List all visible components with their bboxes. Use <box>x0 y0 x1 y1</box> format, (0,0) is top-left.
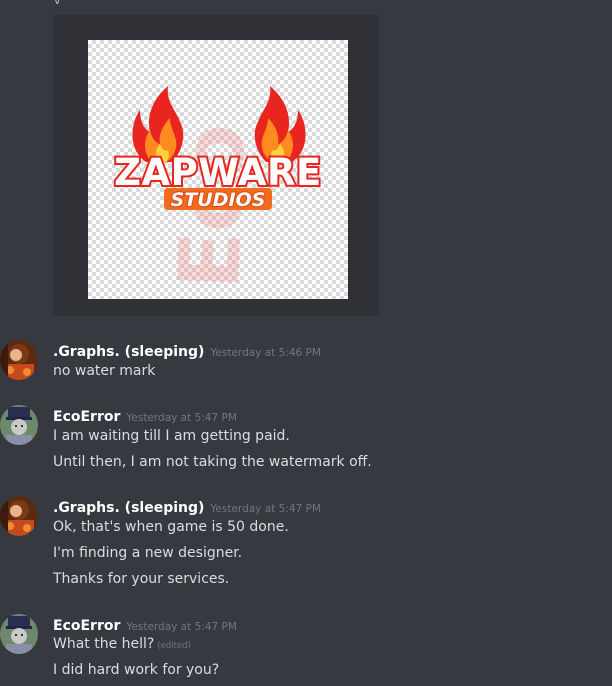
username[interactable]: .Graphs. (sleeping) <box>53 344 204 360</box>
message-text: I did hard work for you? <box>53 662 220 678</box>
message-header: EcoError Yesterday at 5:47 PM <box>53 615 237 634</box>
message-header: .Graphs. (sleeping) Yesterday at 5:47 PM <box>53 497 321 516</box>
message-text: What the hell? (edited) <box>53 636 191 652</box>
username[interactable]: .Graphs. (sleeping) <box>53 500 204 516</box>
timestamp[interactable]: Yesterday at 5:47 PM <box>126 412 237 424</box>
message-text: I am waiting till I am getting paid. <box>53 428 290 444</box>
message-text: no water mark <box>53 363 156 379</box>
message-header: EcoError Yesterday at 5:47 PM <box>53 406 237 425</box>
zapware-logo: Eco ZAPWARE STUDIOS <box>112 86 323 291</box>
message-text: I'm finding a new designer. <box>53 545 243 561</box>
message-header: .Graphs. (sleeping) Yesterday at 5:46 PM <box>53 341 321 360</box>
username[interactable]: EcoError <box>53 618 120 634</box>
logo-subtitle: STUDIOS <box>171 189 266 211</box>
roblox-character-avatar-icon[interactable] <box>0 405 38 445</box>
username[interactable]: EcoError <box>53 409 120 425</box>
image-attachment[interactable]: Eco ZAPWARE STUDIOS <box>53 15 379 316</box>
message-text: Ok, that's when game is 50 done. <box>53 519 289 535</box>
timestamp[interactable]: Yesterday at 5:46 PM <box>210 347 321 359</box>
attachment-image[interactable]: Eco ZAPWARE STUDIOS <box>88 40 348 299</box>
message-text-content: What the hell? <box>53 636 155 652</box>
message-text: Thanks for your services. <box>53 571 230 587</box>
timestamp[interactable]: Yesterday at 5:47 PM <box>126 621 237 633</box>
message-text: Until then, I am not taking the watermar… <box>53 454 372 470</box>
roblox-character-avatar-icon[interactable] <box>0 496 38 536</box>
logo-title: ZAPWARE <box>114 151 322 194</box>
edited-label: (edited) <box>157 641 191 651</box>
roblox-character-avatar-icon[interactable] <box>0 340 38 380</box>
roblox-character-avatar-icon[interactable] <box>0 614 38 654</box>
expand-caret-icon[interactable]: v <box>54 0 61 7</box>
timestamp[interactable]: Yesterday at 5:47 PM <box>210 503 321 515</box>
